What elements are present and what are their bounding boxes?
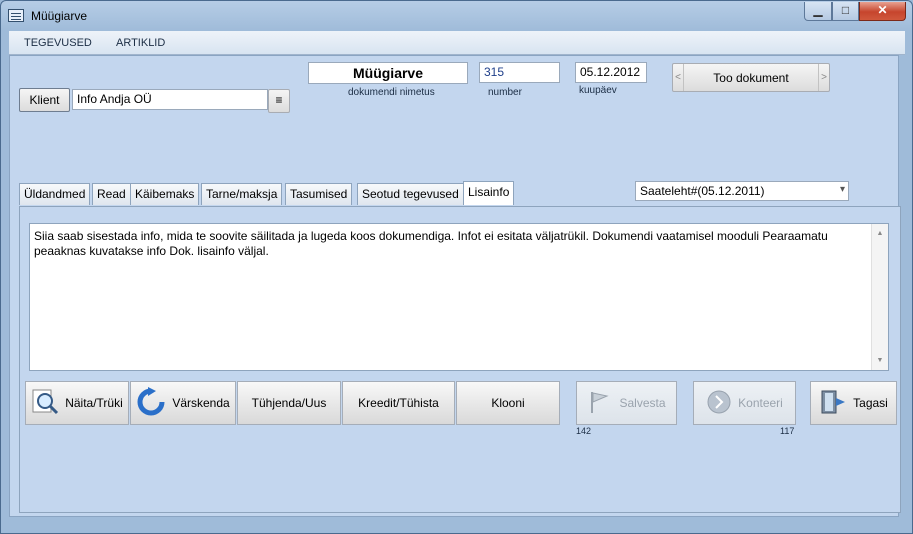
preview-print-label: Näita/Trüki bbox=[65, 396, 123, 410]
save-counter: 142 bbox=[576, 426, 592, 436]
menu-artiklid[interactable]: ARTIKLID bbox=[116, 37, 165, 49]
magnifier-icon bbox=[31, 388, 59, 419]
close-button[interactable]: ✕ bbox=[859, 2, 906, 21]
fetch-prev-arrow[interactable]: < bbox=[673, 64, 684, 91]
scroll-up-icon[interactable]: ▲ bbox=[872, 226, 888, 241]
document-date-caption: kuupäev bbox=[579, 85, 617, 96]
clone-label: Klooni bbox=[491, 396, 525, 410]
lisainfo-textarea[interactable]: Siia saab sisestada info, mida te soovit… bbox=[29, 223, 889, 371]
menu-bar: TEGEVUSED ARTIKLID bbox=[9, 31, 905, 55]
window-title: Müügiarve bbox=[31, 9, 88, 23]
document-date-field[interactable]: 05.12.2012 bbox=[575, 62, 647, 83]
fetch-document-button[interactable]: < Too dokument > bbox=[672, 63, 830, 92]
preview-print-button[interactable]: Näita/Trüki bbox=[25, 381, 129, 425]
document-name-caption: dokumendi nimetus bbox=[348, 87, 435, 98]
credit-cancel-button[interactable]: Kreedit/Tühista bbox=[342, 381, 455, 425]
credit-cancel-label: Kreedit/Tühista bbox=[358, 396, 439, 410]
back-label: Tagasi bbox=[853, 396, 888, 410]
client-name-field[interactable]: Info Andja OÜ bbox=[72, 89, 268, 110]
chevron-down-icon[interactable]: ▾ bbox=[840, 184, 845, 195]
post-counter: 117 bbox=[780, 426, 795, 436]
maximize-button[interactable]: □ bbox=[832, 2, 859, 21]
flag-icon bbox=[587, 389, 613, 418]
title-bar[interactable]: Müügiarve ▁ □ ✕ bbox=[1, 1, 912, 31]
app-window-icon bbox=[8, 9, 24, 22]
tab-tarne-maksja[interactable]: Tarne/maksja bbox=[201, 183, 283, 205]
tab-kaibemaks[interactable]: Käibemaks bbox=[130, 183, 200, 205]
refresh-arrow-icon bbox=[136, 386, 166, 420]
post-button[interactable]: Konteeri bbox=[693, 381, 796, 425]
tab-uldandmed[interactable]: Üldandmed bbox=[19, 183, 91, 205]
clear-new-button[interactable]: Tühjenda/Uus bbox=[237, 381, 341, 425]
post-label: Konteeri bbox=[738, 396, 783, 410]
clone-button[interactable]: Klooni bbox=[456, 381, 560, 425]
linked-document-value: Saateleht#(05.12.2011) bbox=[640, 184, 765, 198]
ledger-globe-icon bbox=[706, 389, 732, 418]
back-button[interactable]: Tagasi bbox=[810, 381, 897, 425]
tab-seotud-tegevused[interactable]: Seotud tegevused bbox=[357, 183, 464, 205]
scroll-down-icon[interactable]: ▼ bbox=[872, 353, 888, 368]
tab-tasumised[interactable]: Tasumised bbox=[285, 183, 353, 205]
document-number-field[interactable]: 315 bbox=[479, 62, 560, 83]
document-name-field[interactable]: Müügiarve bbox=[308, 62, 468, 84]
client-lookup-button[interactable]: ≡ bbox=[268, 89, 290, 113]
document-number-caption: number bbox=[488, 87, 522, 98]
tab-lisainfo[interactable]: Lisainfo bbox=[463, 181, 515, 205]
linked-document-select[interactable]: Saateleht#(05.12.2011) ▾ bbox=[635, 181, 849, 201]
save-button[interactable]: Salvesta bbox=[576, 381, 677, 425]
tab-read[interactable]: Read bbox=[92, 183, 131, 205]
fetch-next-arrow[interactable]: > bbox=[818, 64, 829, 91]
clear-new-label: Tühjenda/Uus bbox=[251, 396, 327, 410]
client-button[interactable]: Klient bbox=[19, 88, 70, 112]
fetch-document-label: Too dokument bbox=[713, 70, 789, 85]
save-label: Salvesta bbox=[619, 396, 666, 410]
menu-tegevused[interactable]: TEGEVUSED bbox=[24, 37, 92, 49]
document-form: Müügiarve dokumendi nimetus 315 number 0… bbox=[9, 55, 901, 517]
exit-door-icon bbox=[819, 388, 847, 419]
refresh-button[interactable]: Värskenda bbox=[130, 381, 236, 425]
textarea-scrollbar[interactable]: ▲ ▼ bbox=[871, 224, 888, 370]
app-window: Müügiarve ▁ □ ✕ TEGEVUSED ARTIKLID Müügi… bbox=[0, 0, 913, 534]
lisainfo-text: Siia saab sisestada info, mida te soovit… bbox=[34, 229, 828, 258]
refresh-label: Värskenda bbox=[172, 396, 230, 410]
minimize-button[interactable]: ▁ bbox=[804, 2, 832, 21]
